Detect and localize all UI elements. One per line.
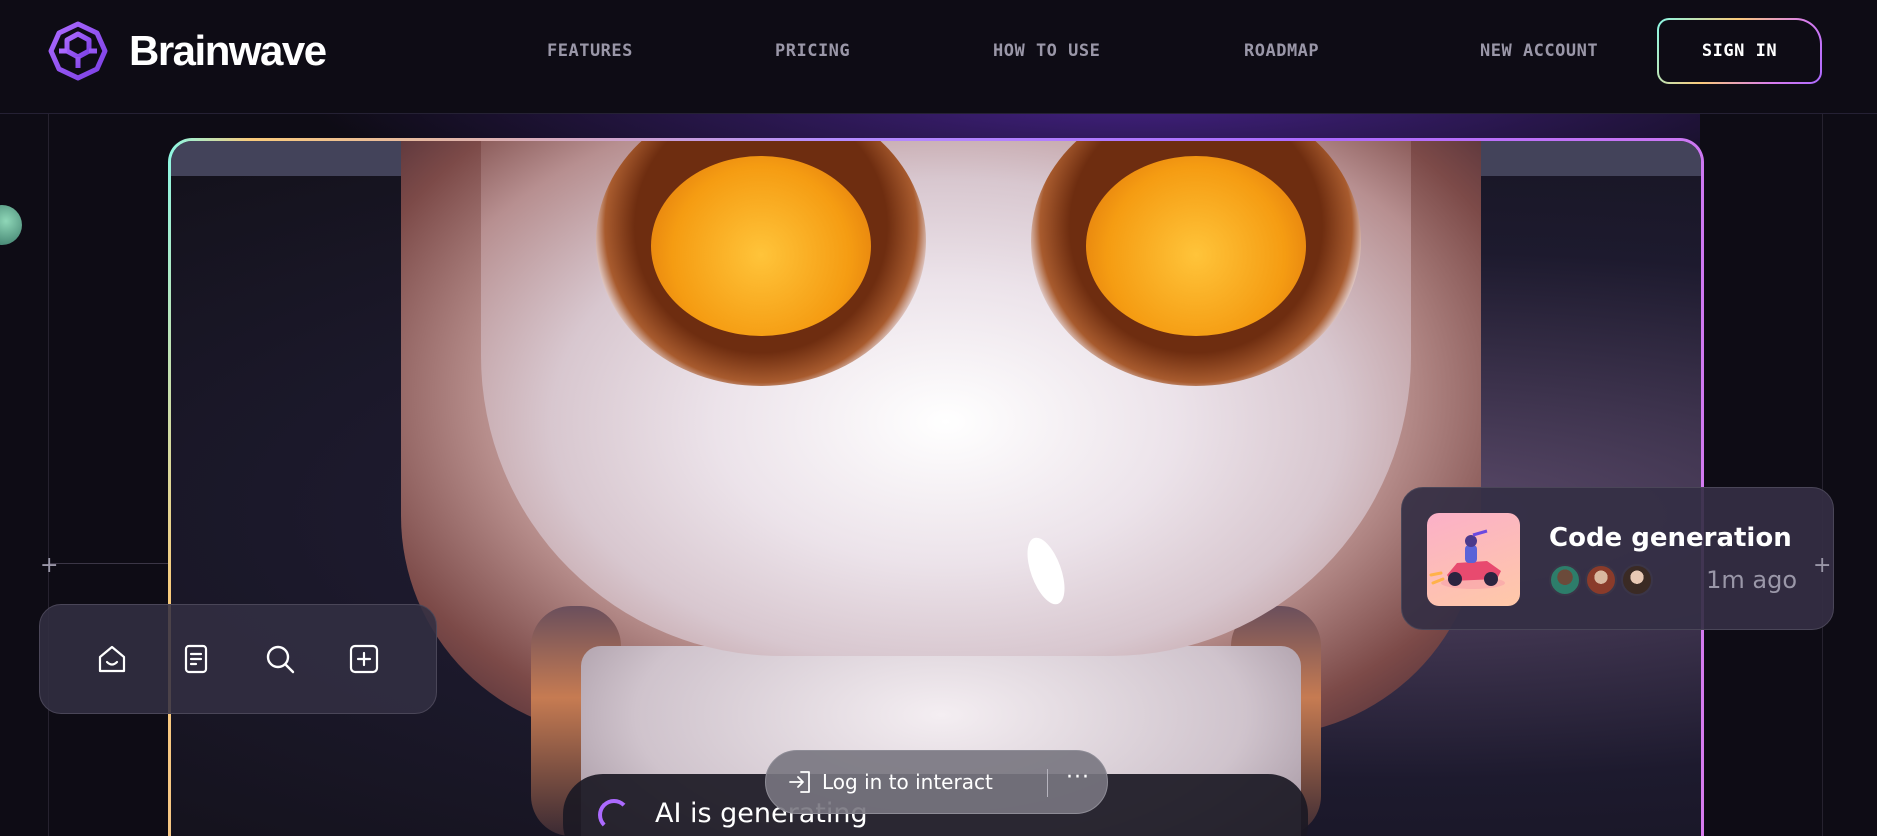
document-icon <box>184 644 208 674</box>
avatar <box>1585 564 1617 596</box>
quick-toolbar <box>39 604 437 714</box>
nav-pricing[interactable]: PRICING <box>775 41 850 61</box>
site-header: Brainwave FEATURES PRICING HOW TO USE RO… <box>0 0 1877 114</box>
nav-features[interactable]: FEATURES <box>547 41 633 61</box>
nav-roadmap[interactable]: ROADMAP <box>1244 41 1319 61</box>
brain-maze-icon <box>48 21 108 81</box>
search-button[interactable] <box>260 639 300 679</box>
race-car-illustration-icon <box>1427 513 1520 606</box>
nav-new-account[interactable]: NEW ACCOUNT <box>1480 41 1598 61</box>
plus-marker-icon: + <box>1813 553 1832 578</box>
avatar <box>1549 564 1581 596</box>
brand-name: Brainwave <box>129 27 327 74</box>
decorative-orb <box>0 205 22 245</box>
add-square-icon <box>349 644 379 674</box>
more-options-button[interactable]: ··· <box>1066 765 1090 790</box>
home-icon <box>98 645 126 673</box>
collaborator-avatars <box>1549 564 1657 596</box>
add-button[interactable] <box>344 639 384 679</box>
grid-line <box>48 563 168 564</box>
avatar <box>1621 564 1653 596</box>
login-prompt[interactable]: Log in to interact ··· <box>765 750 1108 814</box>
notification-card[interactable]: Code generation 1m ago <box>1401 487 1834 630</box>
search-icon <box>266 645 295 674</box>
nav-how-to-use[interactable]: HOW TO USE <box>993 41 1100 61</box>
login-prompt-label: Log in to interact <box>822 770 993 794</box>
divider <box>1047 769 1048 797</box>
grid-line <box>48 114 49 836</box>
notification-time: 1m ago <box>1706 566 1797 594</box>
brand-logo[interactable]: Brainwave <box>47 20 327 82</box>
loading-spinner-icon <box>598 799 630 831</box>
sign-in-button[interactable]: SIGN IN <box>1657 18 1822 84</box>
login-icon <box>789 771 810 793</box>
notification-title: Code generation <box>1549 523 1792 553</box>
documents-button[interactable] <box>176 639 216 679</box>
plus-marker-icon: + <box>40 553 59 578</box>
home-button[interactable] <box>92 639 132 679</box>
grid-line <box>1822 114 1823 836</box>
sign-in-label: SIGN IN <box>1659 20 1820 82</box>
